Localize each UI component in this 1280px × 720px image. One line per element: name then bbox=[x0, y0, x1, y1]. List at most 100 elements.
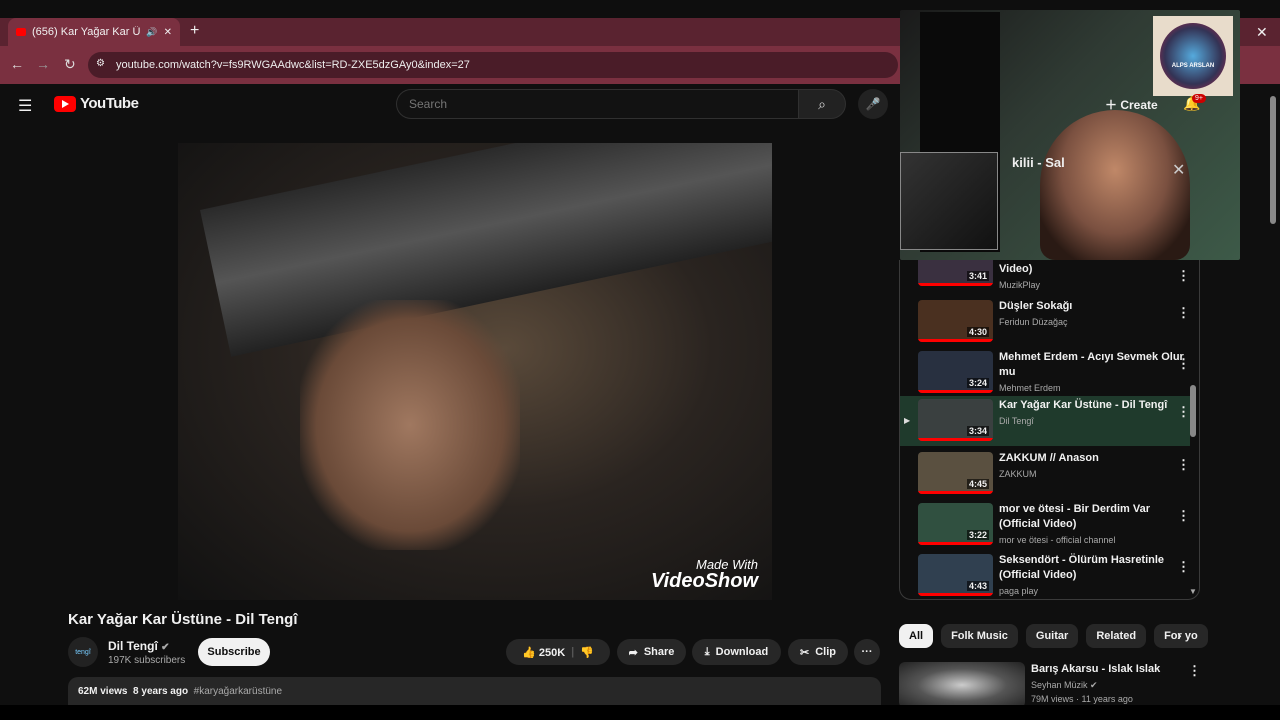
playlist-item-more-icon[interactable]: ⋮ bbox=[1177, 268, 1190, 284]
recommended-thumbnail[interactable] bbox=[899, 662, 1025, 708]
back-icon[interactable]: ← bbox=[10, 56, 24, 72]
reload-icon[interactable]: ↻ bbox=[64, 56, 76, 73]
hashtag-link[interactable]: #karyağarkarüstüne bbox=[194, 686, 282, 697]
podcast-logo-badge: ALPS ARSLAN bbox=[1160, 23, 1226, 89]
playlist-item-meta: Mehmet Erdem - Acıyı Sevmek Olur mu Mehme… bbox=[999, 348, 1190, 398]
youtube-favicon-icon bbox=[16, 28, 26, 36]
more-actions-button[interactable]: ··· bbox=[854, 639, 880, 665]
download-label: Download bbox=[715, 646, 769, 658]
playlist-item-more-icon[interactable]: ⋮ bbox=[1177, 404, 1190, 420]
watch-progress-bar bbox=[918, 542, 993, 545]
playlist-thumbnail[interactable]: 3:34 bbox=[918, 399, 993, 441]
channel-name-text: Dil Tengî bbox=[108, 639, 158, 653]
share-icon: ➦ bbox=[628, 646, 638, 659]
page-scrollbar[interactable] bbox=[1270, 96, 1276, 224]
channel-avatar[interactable]: tengî bbox=[68, 637, 98, 667]
description-box[interactable]: 62M views 8 years ago #karyağarkarüstüne bbox=[68, 677, 881, 705]
video-watermark: Made With VideoShow bbox=[640, 558, 758, 591]
recommended-title[interactable]: Barış Akarsu - Islak Islak bbox=[1031, 663, 1160, 675]
pip-close-icon[interactable]: ✕ bbox=[1172, 160, 1185, 180]
playlist-item-more-icon[interactable]: ⋮ bbox=[1177, 356, 1190, 372]
microphone-icon: 🎤 bbox=[865, 97, 881, 111]
create-button[interactable]: ＋ Create bbox=[1105, 96, 1158, 113]
tab-title: (656) Kar Yağar Kar Üstüne bbox=[32, 26, 141, 38]
playlist-item-more-icon[interactable]: ⋮ bbox=[1177, 457, 1190, 473]
playlist-item-meta: Video) MuzikPlay bbox=[999, 260, 1190, 294]
download-button[interactable]: ⤓ Download bbox=[692, 639, 781, 665]
notification-badge: 9+ bbox=[1192, 94, 1206, 103]
search-button[interactable]: ⌕ bbox=[798, 89, 846, 119]
playlist-item[interactable]: 3:41 Video) MuzikPlay ⋮ bbox=[900, 260, 1190, 294]
view-count: 62M views bbox=[78, 686, 128, 697]
like-button[interactable]: 👍 250K bbox=[522, 646, 565, 659]
subscribe-button[interactable]: Subscribe bbox=[198, 638, 270, 666]
playlist-item-meta: Kar Yağar Kar Üstüne - Dil Tengî Dil Teng… bbox=[999, 396, 1190, 446]
duration-badge: 3:34 bbox=[966, 426, 989, 436]
recommended-more-icon[interactable]: ⋮ bbox=[1188, 663, 1201, 679]
playlist-thumbnail[interactable]: 4:43 bbox=[918, 554, 993, 596]
hand-image bbox=[300, 300, 520, 550]
playlist-item[interactable]: 3:34 Kar Yağar Kar Üstüne - Dil Tengî Dil … bbox=[900, 396, 1190, 446]
subscriber-count: 197K subscribers bbox=[108, 655, 186, 666]
playlist-scrollbar[interactable] bbox=[1190, 385, 1196, 437]
playlist-item[interactable]: 4:43 Seksendört - Ölürüm Hasretinle (Offi… bbox=[900, 551, 1190, 599]
playlist-item-channel: Dil Tengî bbox=[999, 416, 1034, 426]
recommended-channel[interactable]: Seyhan Müzik ✔ bbox=[1031, 680, 1098, 691]
watch-progress-bar bbox=[918, 593, 993, 596]
share-button[interactable]: ➦ Share bbox=[617, 639, 686, 665]
playlist-thumbnail[interactable]: 3:41 bbox=[918, 260, 993, 286]
video-player[interactable]: Made With VideoShow bbox=[178, 143, 772, 600]
upload-age: 8 years ago bbox=[133, 686, 189, 697]
clip-button[interactable]: ✂ Clip bbox=[788, 639, 848, 665]
chip-all[interactable]: All bbox=[899, 624, 934, 648]
dislike-button[interactable]: 👎 bbox=[580, 646, 594, 659]
voice-search-button[interactable]: 🎤 bbox=[858, 89, 888, 119]
clip-label: Clip bbox=[815, 646, 836, 658]
site-info-icon[interactable]: ⚙ bbox=[96, 58, 105, 69]
playlist-thumbnail[interactable]: 4:45 bbox=[918, 452, 993, 494]
playlist-item-more-icon[interactable]: ⋮ bbox=[1177, 305, 1190, 321]
menu-icon[interactable]: ☰ bbox=[18, 96, 32, 116]
tab-audio-icon[interactable]: 🔊 bbox=[146, 27, 157, 38]
search-input[interactable] bbox=[396, 89, 798, 119]
webcam-person-image bbox=[1040, 110, 1190, 260]
watch-progress-bar bbox=[918, 491, 993, 494]
playlist-thumbnail[interactable]: 4:30 bbox=[918, 300, 993, 342]
thumbs-down-icon: 👎 bbox=[580, 646, 594, 659]
download-icon: ⤓ bbox=[704, 645, 710, 658]
playlist-item[interactable]: 4:30 Düşler Sokağı Feridun Düzağaç ⋮ bbox=[900, 297, 1190, 347]
playlist-scroll-down-icon[interactable]: ▼ bbox=[1189, 587, 1197, 596]
browser-tab[interactable]: (656) Kar Yağar Kar Üstüne 🔊 ✕ bbox=[8, 18, 180, 46]
window-close-button[interactable]: ✕ bbox=[1256, 24, 1268, 41]
chip-guitar[interactable]: Guitar bbox=[1025, 624, 1079, 648]
scissors-icon: ✂ bbox=[800, 646, 810, 659]
new-tab-button[interactable]: + bbox=[190, 22, 199, 40]
playlist-item[interactable]: 3:22 mor ve ötesi - Bir Derdim Var (Offic… bbox=[900, 500, 1190, 550]
playlist-item[interactable]: 4:45 ZAKKUM // Anason ZAKKUM ⋮ bbox=[900, 449, 1190, 499]
watch-progress-bar bbox=[918, 438, 993, 441]
playlist-item-meta: ZAKKUM // Anason ZAKKUM bbox=[999, 449, 1190, 499]
logo-text: YouTube bbox=[80, 95, 139, 112]
url-field[interactable]: ⚙ youtube.com/watch?v=fs9RWGAAdwc&list=R… bbox=[88, 52, 898, 78]
playlist-item-title: mor ve ötesi - Bir Derdim Var (Official … bbox=[999, 503, 1150, 530]
watch-progress-bar bbox=[918, 339, 993, 342]
playlist-thumbnail[interactable]: 3:24 bbox=[918, 351, 993, 393]
verified-icon: ✔ bbox=[1090, 680, 1098, 690]
duration-badge: 3:22 bbox=[966, 530, 989, 540]
channel-name[interactable]: Dil Tengî ✔ bbox=[108, 639, 170, 653]
tab-close-icon[interactable]: ✕ bbox=[164, 27, 172, 38]
youtube-logo[interactable]: YouTube bbox=[54, 95, 139, 112]
forward-icon[interactable]: → bbox=[36, 56, 50, 72]
playlist-item-title: ZAKKUM // Anason bbox=[999, 452, 1099, 464]
chip-related[interactable]: Related bbox=[1086, 624, 1147, 648]
chevron-right-icon[interactable]: › bbox=[1177, 627, 1182, 643]
playlist-thumbnail[interactable]: 3:22 bbox=[918, 503, 993, 545]
playlist-item[interactable]: 3:24 Mehmet Erdem - Acıyı Sevmek Olur mu M… bbox=[900, 348, 1190, 398]
playlist-item-more-icon[interactable]: ⋮ bbox=[1177, 508, 1190, 524]
chip-folk-music[interactable]: Folk Music bbox=[941, 624, 1018, 648]
duration-badge: 4:30 bbox=[966, 327, 989, 337]
playlist-item-title: Kar Yağar Kar Üstüne - Dil Tengî bbox=[999, 399, 1168, 411]
playlist-item-more-icon[interactable]: ⋮ bbox=[1177, 559, 1190, 575]
recommended-meta: 79M views · 11 years ago bbox=[1031, 694, 1133, 704]
duration-badge: 3:41 bbox=[966, 271, 989, 281]
